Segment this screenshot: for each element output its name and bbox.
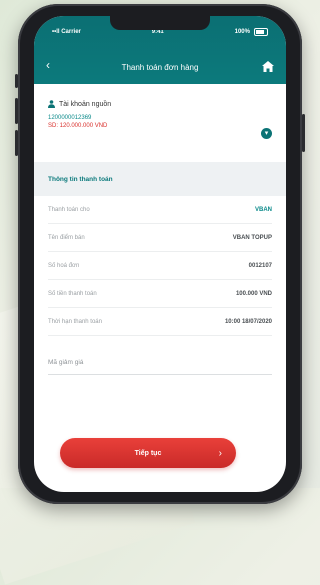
detail-label: Số hoá đơn — [48, 262, 80, 269]
power-button — [302, 114, 305, 152]
app-header: ••ll Carrier 9:41 100% ‹ Thanh toán đơn … — [34, 16, 286, 84]
phone-frame: ••ll Carrier 9:41 100% ‹ Thanh toán đơn … — [15, 4, 305, 504]
detail-value: VBAN TOPUP — [232, 234, 272, 241]
detail-value: 0012107 — [248, 262, 272, 269]
page-title: Thanh toán đơn hàng — [121, 62, 199, 72]
detail-label: Tên điểm bán — [48, 234, 85, 241]
continue-label: Tiếp tục — [134, 449, 162, 457]
home-icon[interactable] — [262, 61, 274, 72]
user-icon — [48, 100, 55, 108]
detail-label: Số tiền thanh toán — [48, 290, 97, 297]
battery-icon — [253, 28, 268, 36]
detail-value: VBAN — [254, 206, 272, 213]
app-screen: ••ll Carrier 9:41 100% ‹ Thanh toán đơn … — [34, 16, 286, 492]
chevron-left-icon[interactable]: ‹ — [46, 58, 50, 72]
detail-value: 100.000 VND — [235, 290, 272, 297]
detail-label: Thanh toán cho — [48, 206, 90, 213]
volume-up-button — [15, 98, 18, 124]
source-account[interactable]: Tài khoản nguồn 1200000012369 SD: 120.00… — [34, 84, 286, 162]
nav-bar: ‹ Thanh toán đơn hàng — [34, 56, 286, 78]
payment-details: Thanh toán cho VBAN Tên điểm bán VBAN TO… — [34, 196, 286, 336]
detail-value: 10:00 18/07/2020 — [224, 318, 272, 325]
volume-down-button — [15, 130, 18, 156]
battery-label: 100% — [234, 29, 250, 35]
account-number: 1200000012369 — [48, 115, 92, 121]
continue-button[interactable]: Tiếp tục › — [60, 438, 236, 468]
carrier-label: ••ll Carrier — [52, 29, 81, 35]
detail-row: Số tiền thanh toán 100.000 VND — [48, 280, 272, 308]
phone-notch — [110, 16, 210, 30]
account-label: Tài khoản nguồn — [59, 100, 112, 108]
detail-row: Thời hạn thanh toán 10:00 18/07/2020 — [48, 308, 272, 336]
detail-row: Thanh toán cho VBAN — [48, 196, 272, 224]
account-balance: SD: 120.000.000 VND — [48, 123, 108, 129]
detail-row: Tên điểm bán VBAN TOPUP — [48, 224, 272, 252]
mute-switch — [15, 74, 18, 88]
detail-label: Thời hạn thanh toán — [48, 318, 102, 325]
chevron-right-icon: › — [218, 447, 222, 459]
section-header: Thông tin thanh toán — [34, 162, 286, 196]
chevron-down-icon[interactable]: ▾ — [261, 128, 272, 139]
detail-row: Số hoá đơn 0012107 — [48, 252, 272, 280]
promo-code-input[interactable]: Mã giảm giá — [48, 350, 272, 375]
